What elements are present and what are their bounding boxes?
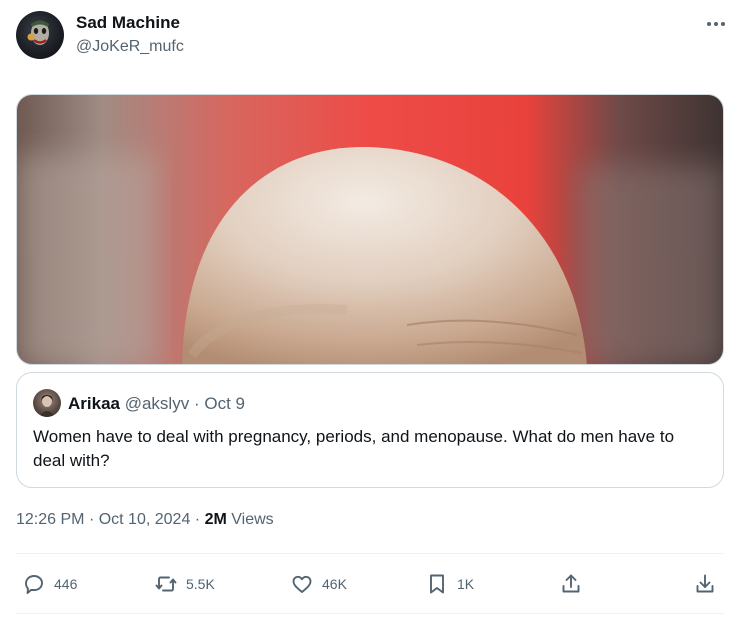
bookmark-icon [430, 574, 444, 594]
tweet: Sad Machine @JoKeR_mufc Arikaa @akslyv ·… [0, 0, 743, 625]
quote-meta: Arikaa @akslyv · Oct 9 [68, 394, 245, 414]
quote-date[interactable]: Oct 9 [204, 394, 245, 413]
repost-count: 5.5K [186, 576, 215, 592]
tweet-date[interactable]: Oct 10, 2024 [99, 511, 191, 528]
author-handle[interactable]: @JoKeR_mufc [76, 38, 184, 56]
tweet-time[interactable]: 12:26 PM [16, 511, 84, 528]
quote-text: Women have to deal with pregnancy, perio… [33, 427, 675, 470]
repost-button[interactable]: 5.5K [154, 566, 215, 602]
author-display-name[interactable]: Sad Machine [76, 13, 180, 33]
download-button[interactable] [693, 566, 717, 602]
quote-author-avatar[interactable] [33, 389, 61, 417]
reply-icon [25, 575, 43, 594]
views-label[interactable]: Views [231, 511, 273, 528]
tweet-media-image[interactable] [16, 94, 724, 365]
repost-icon [155, 576, 177, 592]
quote-separator: · [193, 394, 200, 413]
quote-author-handle[interactable]: @akslyv [125, 394, 190, 413]
divider [16, 613, 724, 614]
action-bar: 446 5.5K 46K 1K [0, 566, 743, 602]
more-options-button[interactable] [701, 12, 731, 36]
meta-separator: · [194, 511, 201, 528]
more-icon [707, 22, 725, 26]
like-button[interactable]: 46K [290, 566, 347, 602]
share-button[interactable] [559, 566, 583, 602]
quote-author-name[interactable]: Arikaa [68, 394, 120, 413]
reply-count: 446 [54, 576, 78, 592]
quoted-tweet[interactable]: Arikaa @akslyv · Oct 9 Women have to dea… [16, 372, 724, 488]
share-icon [562, 574, 580, 593]
views-count[interactable]: 2M [205, 511, 227, 528]
download-icon [696, 574, 714, 593]
divider [16, 553, 724, 554]
like-count: 46K [322, 576, 347, 592]
timestamp-row: 12:26 PM · Oct 10, 2024 · 2M Views [16, 511, 274, 529]
author-avatar[interactable] [16, 11, 64, 59]
meta-separator: · [88, 511, 95, 528]
like-icon [292, 575, 312, 593]
bookmark-button[interactable]: 1K [425, 566, 474, 602]
bookmark-count: 1K [457, 576, 475, 592]
reply-button[interactable]: 446 [22, 566, 77, 602]
